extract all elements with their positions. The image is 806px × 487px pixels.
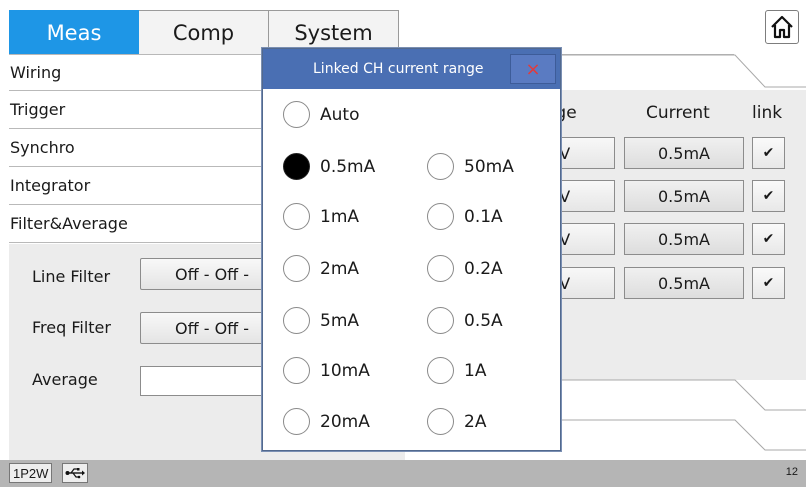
wiring-badge: 1P2W — [9, 463, 53, 483]
range-option-5ma[interactable]: 5mA — [283, 307, 359, 334]
range-option-0-5a[interactable]: 0.5A — [427, 307, 503, 334]
current-range-button[interactable]: 0.5mA — [624, 223, 744, 255]
link-check[interactable]: ✔ — [752, 267, 785, 299]
status-bar — [0, 460, 806, 487]
option-label: 0.5mA — [320, 156, 376, 177]
current-range-button[interactable]: 0.5mA — [624, 180, 744, 212]
radio-icon — [427, 307, 454, 334]
range-option-1ma[interactable]: 1mA — [283, 203, 359, 230]
radio-icon — [427, 357, 454, 384]
current-range-button[interactable]: 0.5mA — [624, 267, 744, 299]
radio-icon — [283, 357, 310, 384]
radio-icon — [283, 307, 310, 334]
option-label: 5mA — [320, 310, 360, 331]
dialog-title: Linked CH current range — [313, 61, 484, 77]
radio-icon — [283, 408, 310, 435]
close-button[interactable]: × — [510, 54, 556, 84]
option-label: 1A — [464, 360, 487, 381]
usb-icon — [65, 468, 85, 479]
range-option-2ma[interactable]: 2mA — [283, 255, 359, 282]
radio-icon — [427, 203, 454, 230]
range-option-10ma[interactable]: 10mA — [283, 357, 370, 384]
option-label: 0.5A — [464, 310, 503, 331]
option-label: 2A — [464, 411, 487, 432]
average-label: Average — [32, 370, 98, 389]
link-check[interactable]: ✔ — [752, 180, 785, 212]
link-check[interactable]: ✔ — [752, 223, 785, 255]
option-label: 0.2A — [464, 258, 503, 279]
dialog-title-bar: Linked CH current range × — [263, 49, 560, 89]
range-option-0-5ma[interactable]: 0.5mA — [283, 153, 375, 180]
current-range-button[interactable]: 0.5mA — [624, 137, 744, 169]
option-label: 0.1A — [464, 206, 503, 227]
radio-icon — [427, 255, 454, 282]
range-option-0-1a[interactable]: 0.1A — [427, 203, 503, 230]
radio-icon — [283, 101, 310, 128]
freq-filter-label: Freq Filter — [32, 318, 111, 337]
close-icon: × — [525, 58, 541, 80]
option-label: Auto — [320, 104, 360, 125]
radio-icon — [283, 255, 310, 282]
current-range-dialog: Linked CH current range × Auto 0.5mA 50m… — [262, 48, 561, 451]
radio-icon — [427, 153, 454, 180]
radio-icon — [427, 408, 454, 435]
link-check[interactable]: ✔ — [752, 137, 785, 169]
option-label: 1mA — [320, 206, 360, 227]
current-header: Current — [646, 103, 710, 123]
option-label: 10mA — [320, 360, 370, 381]
range-option-0-2a[interactable]: 0.2A — [427, 255, 503, 282]
option-label: 20mA — [320, 411, 370, 432]
range-option-2a[interactable]: 2A — [427, 408, 486, 435]
page-number: 12 — [785, 466, 798, 478]
usb-status — [62, 463, 88, 483]
option-label: 50mA — [464, 156, 514, 177]
radio-selected-icon — [283, 153, 310, 180]
line-filter-label: Line Filter — [32, 267, 111, 286]
radio-icon — [283, 203, 310, 230]
range-option-50ma[interactable]: 50mA — [427, 153, 514, 180]
link-header: link — [752, 103, 783, 123]
range-option-1a[interactable]: 1A — [427, 357, 486, 384]
range-option-20ma[interactable]: 20mA — [283, 408, 370, 435]
range-option-auto[interactable]: Auto — [283, 101, 359, 128]
option-label: 2mA — [320, 258, 360, 279]
